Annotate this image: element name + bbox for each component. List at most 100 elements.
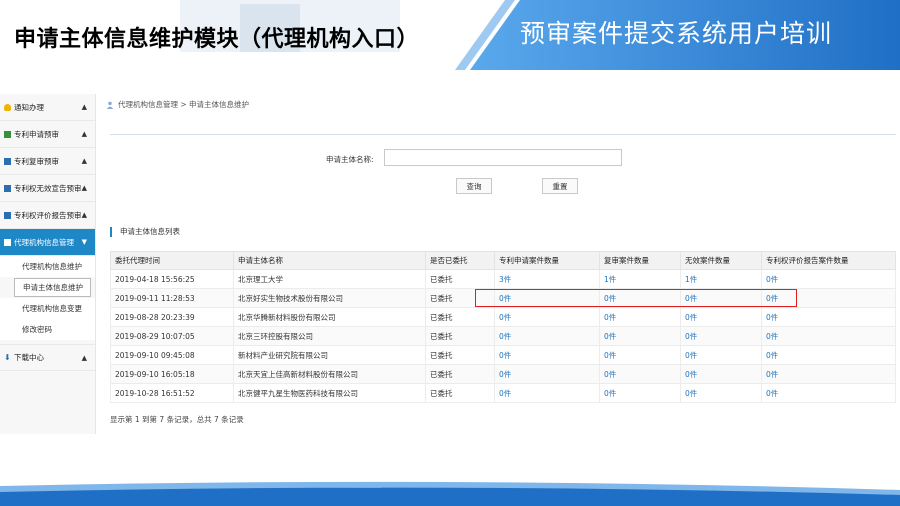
pagination-info: 显示第 1 到第 7 条记录，总共 7 条记录 (110, 415, 244, 424)
sidebar-item-notice[interactable]: 通知办理 ▲ (0, 94, 95, 121)
download-icon: ⬇ (4, 353, 11, 362)
cell-status: 已委托 (425, 345, 495, 365)
sidebar-item-label: 通知办理 (14, 102, 44, 112)
cell-evaluation-count[interactable]: 0件 (761, 269, 896, 289)
table-header-row: 委托代理时间 申请主体名称 是否已委托 专利申请案件数量 复审案件数量 无效案件… (110, 251, 896, 270)
sidebar-subitem-applicant-info[interactable]: 申请主体信息维护 (14, 278, 91, 297)
chevron-up-icon: ▲ (81, 103, 87, 111)
highlight-annotation (475, 289, 797, 307)
sidebar-item-reexam[interactable]: 专利复审预审 ▲ (0, 148, 95, 175)
column-header[interactable]: 无效案件数量 (680, 251, 762, 270)
sidebar-item-label: 代理机构信息管理 (14, 237, 74, 247)
query-button[interactable]: 查询 (456, 178, 492, 194)
column-header[interactable]: 专利权评价报告案件数量 (761, 251, 896, 270)
table-row[interactable]: 2019-09-10 16:05:18 北京天宜上佳高新材料股份有限公司 已委托… (110, 364, 896, 384)
chevron-up-icon: ▲ (81, 184, 87, 192)
chevron-up-icon: ▲ (81, 130, 87, 138)
bell-icon (4, 103, 11, 111)
cell-reexam-count[interactable]: 1件 (599, 269, 681, 289)
cell-evaluation-count[interactable]: 0件 (761, 326, 896, 346)
cell-application-count[interactable]: 3件 (494, 269, 600, 289)
cell-evaluation-count[interactable]: 0件 (761, 345, 896, 365)
slide-title: 申请主体信息维护模块（代理机构入口） (14, 27, 420, 52)
app-window: 通知办理 ▲ 专利申请预审 ▲ 专利复审预审 ▲ 专利权无效宣告预审 ▲ 专利权… (0, 94, 900, 434)
sidebar-item-evaluation[interactable]: 专利权评价报告预审 ▲ (0, 202, 95, 229)
cell-invalidation-count[interactable]: 0件 (680, 383, 762, 403)
sidebar-item-label: 专利权评价报告预审 (14, 210, 82, 220)
table-row[interactable]: 2019-08-28 20:23:39 北京华腾新材料股份有限公司 已委托 0件… (110, 307, 896, 327)
search-panel: 申请主体名称: 查询 重置 (110, 134, 896, 200)
breadcrumb-text: 代理机构信息管理 > 申请主体信息维护 (118, 100, 250, 109)
sidebar-item-label: 下载中心 (14, 353, 44, 362)
footer-decoration (0, 481, 900, 506)
cell-application-count[interactable]: 0件 (494, 364, 600, 384)
cell-invalidation-count[interactable]: 0件 (680, 345, 762, 365)
sidebar-subitem-change-password[interactable]: 修改密码 (0, 319, 95, 340)
sidebar-subitem-agency-info[interactable]: 代理机构信息维护 (0, 256, 95, 277)
sidebar-item-agency-management[interactable]: 代理机构信息管理 ▼ (0, 229, 95, 256)
cell-application-count[interactable]: 0件 (494, 326, 600, 346)
cell-reexam-count[interactable]: 0件 (599, 326, 681, 346)
cell-reexam-count[interactable]: 0件 (599, 364, 681, 384)
cell-status: 已委托 (425, 269, 495, 289)
chevron-up-icon: ▲ (81, 211, 87, 219)
cell-applicant: 北京理工大学 (233, 269, 426, 289)
table-row[interactable]: 2019-08-29 10:07:05 北京三环控股有限公司 已委托 0件 0件… (110, 326, 896, 346)
search-input[interactable] (384, 149, 622, 166)
table-row[interactable]: 2019-04-18 15:56:25 北京理工大学 已委托 3件 1件 1件 … (110, 269, 896, 289)
cell-status: 已委托 (425, 326, 495, 346)
cell-applicant: 北京天宜上佳高新材料股份有限公司 (233, 364, 426, 384)
search-label: 申请主体名称: (326, 155, 374, 164)
cell-time: 2019-08-28 20:23:39 (110, 307, 234, 327)
sidebar-item-download[interactable]: ⬇ 下载中心 ▲ (0, 344, 95, 371)
cell-invalidation-count[interactable]: 0件 (680, 307, 762, 327)
chevron-up-icon: ▲ (81, 354, 87, 362)
cell-status: 已委托 (425, 383, 495, 403)
applicant-table: 委托代理时间 申请主体名称 是否已委托 专利申请案件数量 复审案件数量 无效案件… (110, 251, 896, 403)
folder-icon (4, 238, 11, 246)
folder-icon (4, 157, 11, 165)
cell-reexam-count[interactable]: 0件 (599, 307, 681, 327)
list-title: 申请主体信息列表 (110, 227, 180, 237)
cell-evaluation-count[interactable]: 0件 (761, 307, 896, 327)
sidebar-item-label: 专利申请预审 (14, 129, 59, 139)
cell-application-count[interactable]: 0件 (494, 307, 600, 327)
cell-status: 已委托 (425, 307, 495, 327)
cell-time: 2019-08-29 10:07:05 (110, 326, 234, 346)
cell-application-count[interactable]: 0件 (494, 345, 600, 365)
column-header[interactable]: 申请主体名称 (233, 251, 426, 270)
column-header[interactable]: 专利申请案件数量 (494, 251, 600, 270)
column-header[interactable]: 复审案件数量 (599, 251, 681, 270)
cell-applicant: 北京华腾新材料股份有限公司 (233, 307, 426, 327)
cell-invalidation-count[interactable]: 0件 (680, 326, 762, 346)
cell-applicant: 新材料产业研究院有限公司 (233, 345, 426, 365)
chevron-up-icon: ▲ (81, 157, 87, 165)
sidebar-item-invalidation[interactable]: 专利权无效宣告预审 ▲ (0, 175, 95, 202)
cell-invalidation-count[interactable]: 1件 (680, 269, 762, 289)
column-header[interactable]: 委托代理时间 (110, 251, 234, 270)
column-header[interactable]: 是否已委托 (425, 251, 495, 270)
cell-applicant: 北京好实生物技术股份有限公司 (233, 288, 426, 308)
table-row[interactable]: 2019-09-10 09:45:08 新材料产业研究院有限公司 已委托 0件 … (110, 345, 896, 365)
cell-invalidation-count[interactable]: 0件 (680, 364, 762, 384)
folder-icon (4, 211, 11, 219)
cell-applicant: 北京三环控股有限公司 (233, 326, 426, 346)
sidebar-item-patent-application[interactable]: 专利申请预审 ▲ (0, 121, 95, 148)
table-row[interactable]: 2019-10-28 16:51:52 北京健平九星生物医药科技有限公司 已委托… (110, 383, 896, 403)
cell-time: 2019-10-28 16:51:52 (110, 383, 234, 403)
sidebar-subitem-agency-change[interactable]: 代理机构信息变更 (0, 298, 95, 319)
sidebar: 通知办理 ▲ 专利申请预审 ▲ 专利复审预审 ▲ 专利权无效宣告预审 ▲ 专利权… (0, 94, 96, 434)
chevron-down-icon: ▼ (81, 238, 87, 246)
cell-time: 2019-09-10 16:05:18 (110, 364, 234, 384)
cell-applicant: 北京健平九星生物医药科技有限公司 (233, 383, 426, 403)
cell-reexam-count[interactable]: 0件 (599, 345, 681, 365)
cell-evaluation-count[interactable]: 0件 (761, 364, 896, 384)
cell-time: 2019-09-11 11:28:53 (110, 288, 234, 308)
reset-button[interactable]: 重置 (542, 178, 578, 194)
sidebar-item-label: 专利权无效宣告预审 (14, 183, 82, 193)
cell-application-count[interactable]: 0件 (494, 383, 600, 403)
banner-title: 预审案件提交系统用户培训 (520, 19, 833, 48)
cell-time: 2019-09-10 09:45:08 (110, 345, 234, 365)
cell-reexam-count[interactable]: 0件 (599, 383, 681, 403)
cell-evaluation-count[interactable]: 0件 (761, 383, 896, 403)
